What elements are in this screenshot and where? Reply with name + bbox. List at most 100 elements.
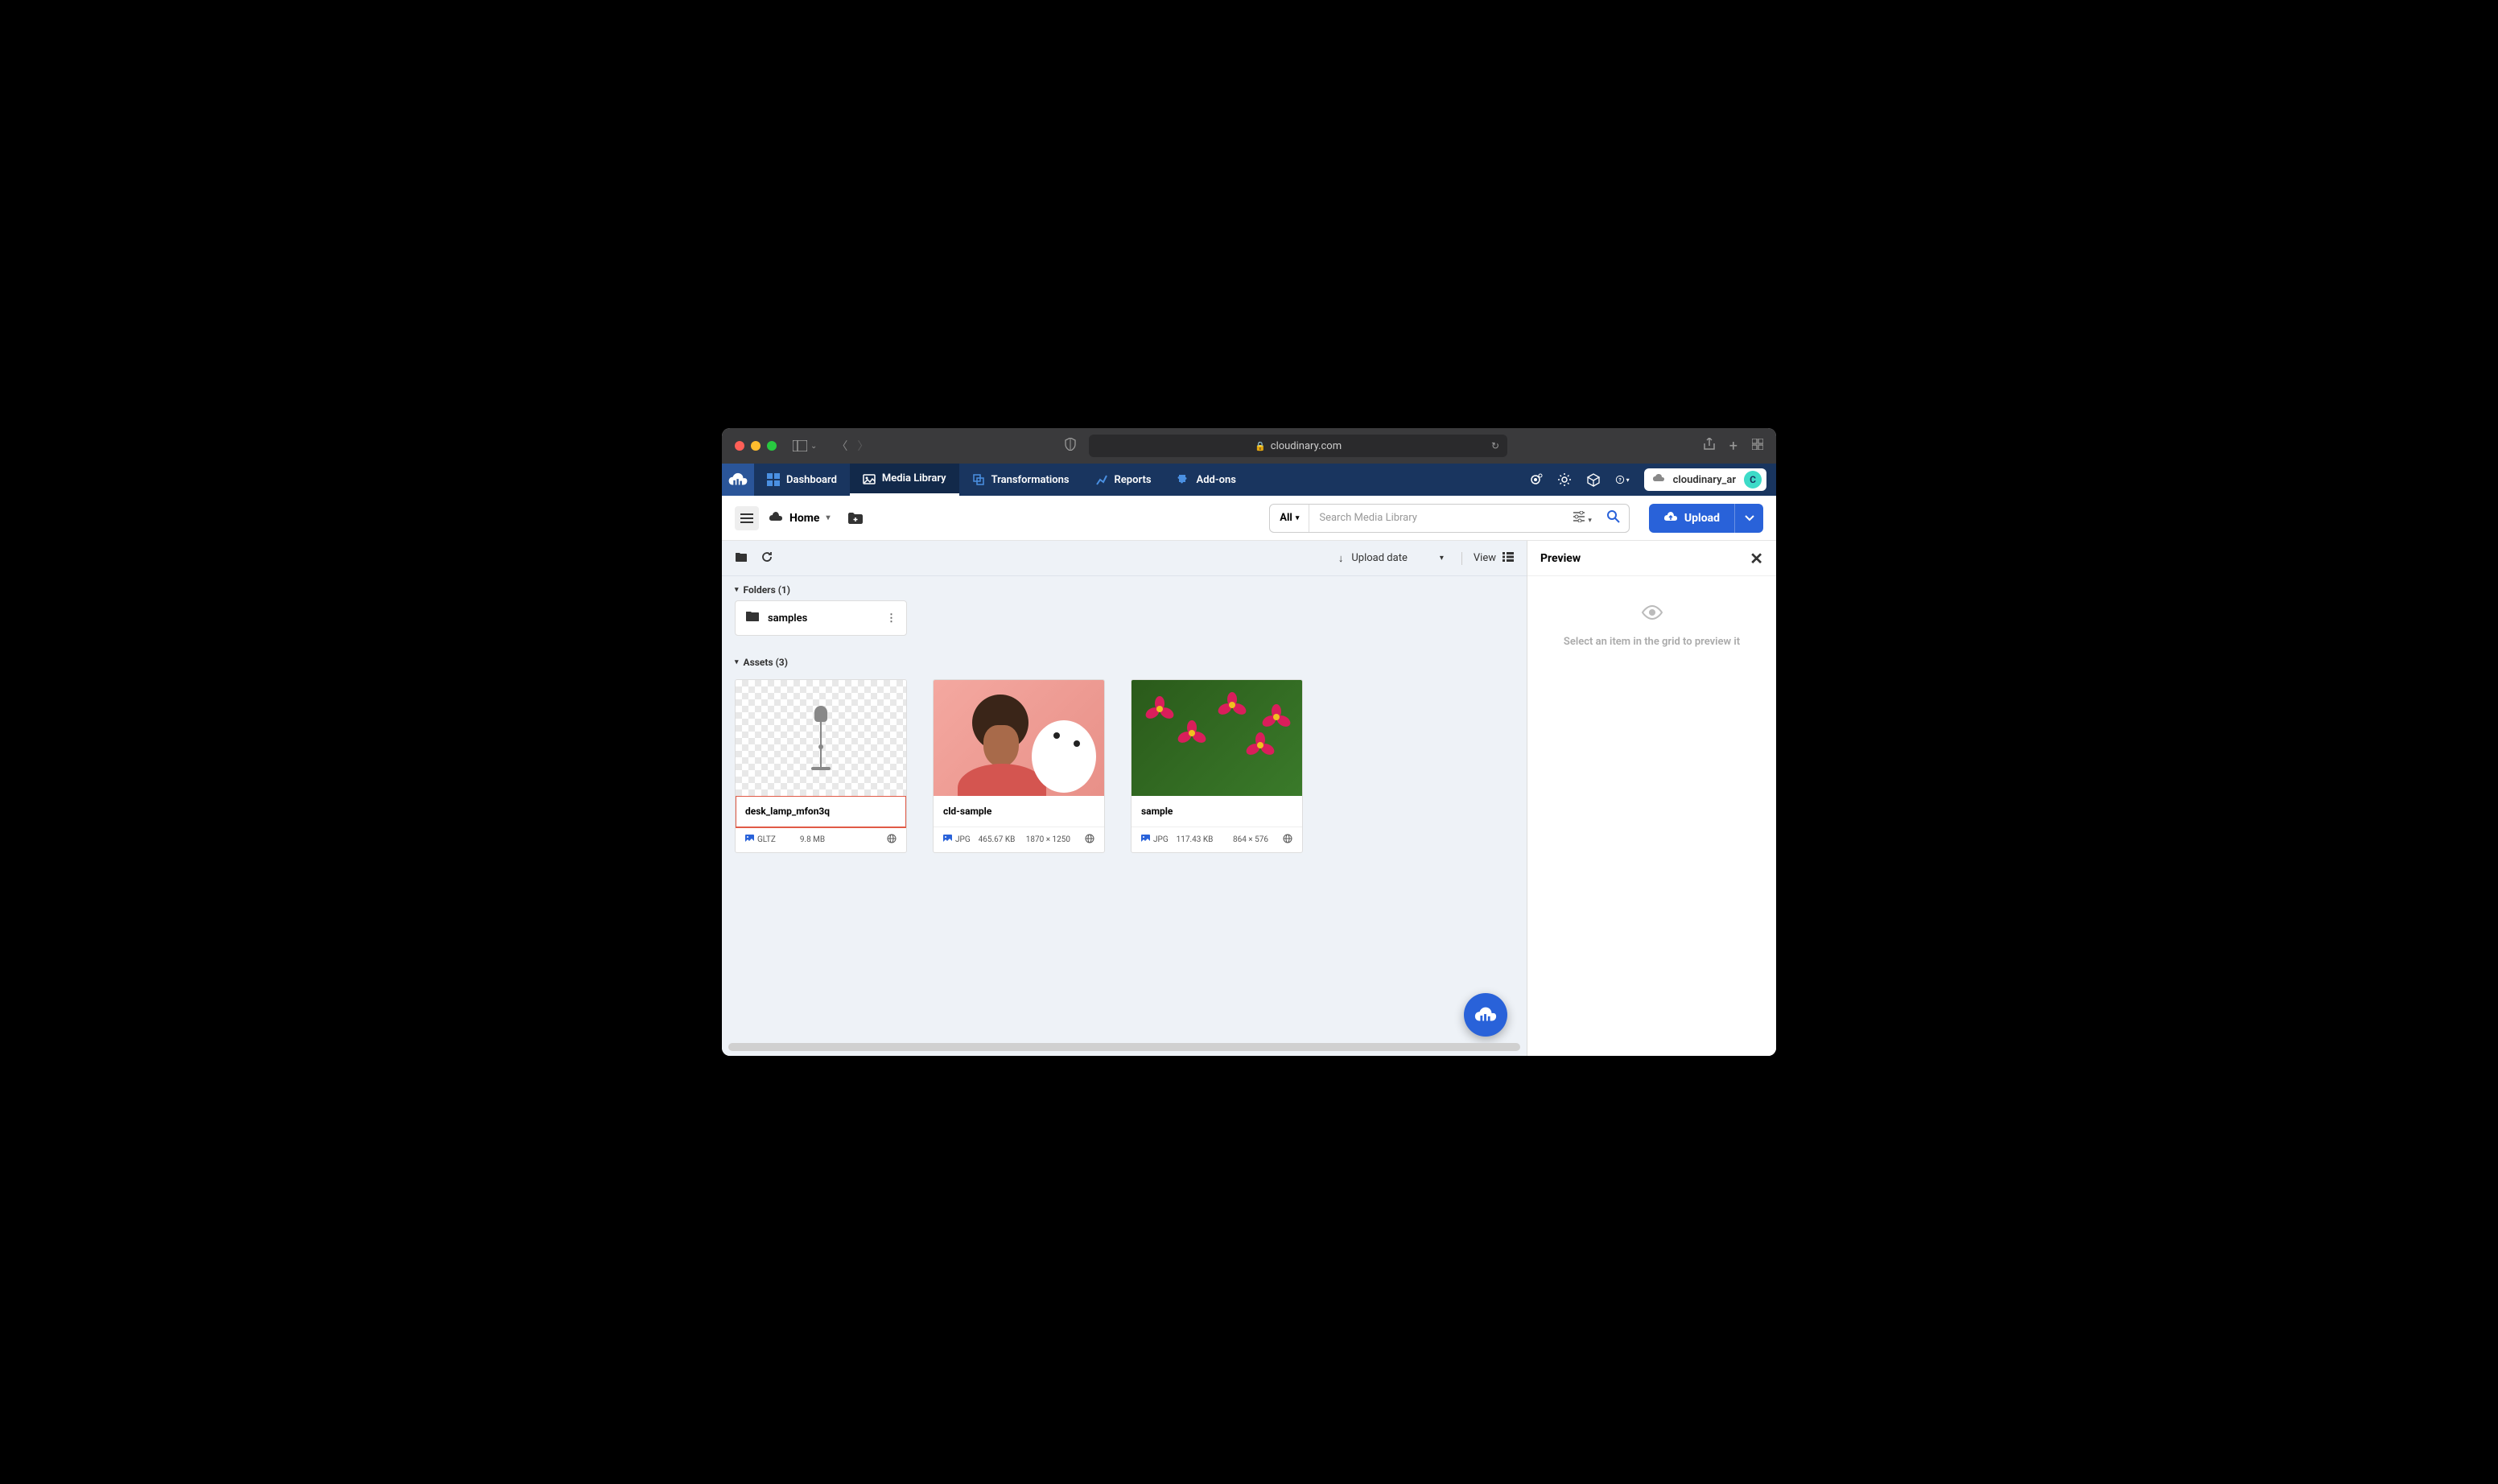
folder-card[interactable]: samples ⋮ — [735, 600, 907, 636]
action-bar: ↓ Upload date ▾ View — [722, 541, 1527, 576]
preview-empty-state: Select an item in the grid to preview it — [1527, 576, 1776, 1056]
folder-icon — [745, 611, 760, 625]
minimize-window-button[interactable] — [751, 441, 761, 451]
nav-label: Media Library — [882, 472, 946, 484]
horizontal-scrollbar[interactable] — [728, 1043, 1520, 1051]
sidebar-toggle-button[interactable]: ⌄ — [793, 440, 817, 451]
nav-dashboard[interactable]: Dashboard — [754, 464, 850, 496]
search-group: All ▾ ▾ — [1269, 504, 1630, 533]
upload-button[interactable]: Upload — [1649, 504, 1734, 533]
maximize-window-button[interactable] — [767, 441, 777, 451]
asset-card[interactable]: desk_lamp_mfon3q GLTZ 9.8 MB — [735, 679, 907, 853]
search-filter-dropdown[interactable]: All ▾ — [1270, 505, 1309, 532]
asset-format: JPG — [1153, 835, 1169, 844]
globe-icon — [1085, 834, 1094, 846]
asset-size: 465.67 KB — [979, 835, 1016, 844]
folder-name: samples — [768, 612, 807, 625]
view-label: View — [1474, 552, 1496, 564]
collapse-icon: ▾ — [735, 586, 739, 594]
nav-reports[interactable]: Reports — [1082, 464, 1164, 496]
globe-icon — [1283, 834, 1292, 846]
globe-icon — [887, 834, 897, 846]
preview-header: Preview ✕ — [1527, 541, 1776, 576]
sort-dropdown[interactable]: ↓ Upload date ▾ — [1332, 549, 1450, 568]
cloud-upload-icon — [1663, 511, 1678, 526]
account-switcher[interactable]: cloudinary_ar C — [1644, 468, 1766, 491]
whats-new-icon[interactable] — [1528, 472, 1543, 487]
help-icon[interactable]: ?▾ — [1615, 472, 1630, 487]
app-window: ⌄ 〈 〉 🔒 cloudinary.com ↻ + — [722, 428, 1776, 1056]
menu-toggle-button[interactable] — [735, 506, 759, 530]
cloud-icon — [1652, 473, 1665, 486]
new-folder-button[interactable] — [847, 509, 864, 527]
user-avatar[interactable]: C — [1744, 471, 1762, 488]
tab-overview-button[interactable] — [1752, 438, 1763, 455]
asset-name: cld-sample — [934, 796, 1104, 827]
folders-section-header[interactable]: ▾ Folders (1) — [722, 576, 1527, 600]
advanced-search-button[interactable]: ▾ — [1567, 510, 1598, 526]
settings-icon[interactable] — [1557, 472, 1572, 487]
package-icon[interactable] — [1586, 472, 1601, 487]
refresh-button[interactable] — [761, 550, 773, 567]
folders-list: samples ⋮ — [722, 600, 1527, 649]
search-input[interactable] — [1309, 512, 1567, 524]
asset-size: 117.43 KB — [1177, 835, 1214, 844]
asset-card[interactable]: cld-sample JPG 465.67 KB 1870 × 1250 — [933, 679, 1105, 853]
folder-more-button[interactable]: ⋮ — [886, 612, 897, 625]
nav-media-library[interactable]: Media Library — [850, 464, 959, 496]
media-library-icon — [863, 472, 876, 485]
chrome-right-controls: + — [1704, 438, 1763, 455]
help-fab-button[interactable] — [1464, 993, 1507, 1037]
nav-label: Dashboard — [786, 474, 837, 486]
search-button[interactable] — [1598, 509, 1629, 527]
browser-chrome: ⌄ 〈 〉 🔒 cloudinary.com ↻ + — [722, 428, 1776, 464]
view-toggle[interactable]: View — [1461, 552, 1514, 565]
traffic-lights — [735, 441, 777, 451]
folder-icon[interactable] — [735, 550, 748, 566]
reload-button[interactable]: ↻ — [1491, 440, 1499, 451]
asset-format: JPG — [955, 835, 971, 844]
back-button[interactable]: 〈 — [836, 438, 847, 454]
asset-name: sample — [1132, 796, 1302, 827]
forward-button[interactable]: 〉 — [857, 438, 868, 454]
asset-card[interactable]: sample JPG 117.43 KB 864 × 576 — [1131, 679, 1303, 853]
upload-options-button[interactable] — [1734, 504, 1763, 533]
new-tab-button[interactable]: + — [1729, 438, 1737, 455]
asset-name: desk_lamp_mfon3q — [736, 796, 906, 827]
close-preview-button[interactable]: ✕ — [1750, 549, 1763, 568]
nav-label: Transformations — [991, 474, 1070, 486]
main-panel: ↓ Upload date ▾ View ▾ Folders (1) — [722, 541, 1527, 1056]
cloud-home-icon — [769, 511, 783, 526]
account-name: cloudinary_ar — [1673, 474, 1736, 486]
asset-thumbnail — [736, 680, 906, 796]
breadcrumb-label: Home — [789, 512, 819, 525]
eye-icon — [1641, 605, 1663, 623]
nav-label: Reports — [1115, 474, 1152, 486]
privacy-shield-icon[interactable] — [1065, 438, 1076, 454]
asset-thumbnail — [1132, 680, 1302, 796]
preview-title: Preview — [1540, 552, 1581, 565]
content-area: ↓ Upload date ▾ View ▾ Folders (1) — [722, 541, 1776, 1056]
url-bar[interactable]: 🔒 cloudinary.com ↻ — [1089, 435, 1507, 457]
collapse-icon: ▾ — [735, 658, 739, 666]
browser-nav-arrows: 〈 〉 — [836, 438, 868, 454]
assets-grid: desk_lamp_mfon3q GLTZ 9.8 MB — [722, 673, 1527, 885]
assets-section-header[interactable]: ▾ Assets (3) — [722, 649, 1527, 673]
close-window-button[interactable] — [735, 441, 744, 451]
brand-logo[interactable] — [722, 464, 754, 496]
asset-dimensions: 864 × 576 — [1233, 835, 1268, 844]
upload-group: Upload — [1649, 504, 1763, 533]
share-button[interactable] — [1704, 438, 1715, 455]
asset-meta: JPG 117.43 KB 864 × 576 — [1132, 827, 1302, 852]
preview-panel: Preview ✕ Select an item in the grid to … — [1527, 541, 1776, 1056]
sort-label: Upload date — [1351, 552, 1407, 564]
asset-size: 9.8 MB — [800, 835, 825, 844]
nav-transformations[interactable]: Transformations — [959, 464, 1082, 496]
chevron-down-icon: ▾ — [1440, 554, 1444, 563]
image-icon — [745, 835, 754, 846]
asset-thumbnail — [934, 680, 1104, 796]
chevron-down-icon: ▾ — [826, 513, 830, 522]
breadcrumb[interactable]: Home ▾ — [769, 511, 831, 526]
reports-icon — [1095, 473, 1108, 486]
nav-addons[interactable]: Add-ons — [1164, 464, 1249, 496]
